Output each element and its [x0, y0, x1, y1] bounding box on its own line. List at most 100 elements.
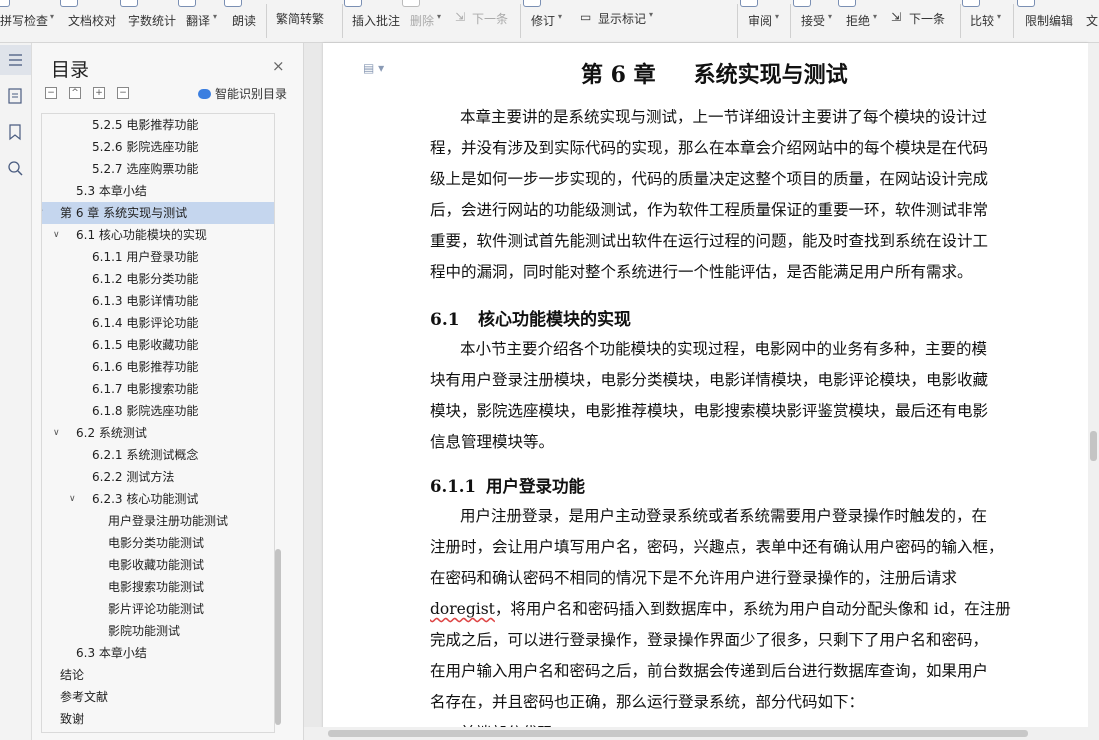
chevron-down-icon: ▾: [828, 12, 833, 21]
toc-item-label: 5.2.7 选座购票功能: [92, 162, 199, 176]
toc-item[interactable]: 6.1.6 电影推荐功能: [42, 356, 274, 378]
toc-item[interactable]: 5.2.6 影院选座功能: [42, 136, 274, 158]
toc-item[interactable]: 6.2.1 系统测试概念: [42, 444, 274, 466]
spelling-flag[interactable]: doregist: [430, 600, 495, 618]
toc-item[interactable]: 6.1.8 影院选座功能: [42, 400, 274, 422]
toc-item-label: 6.1.1 用户登录功能: [92, 250, 199, 264]
toc-item-label: 电影分类功能测试: [108, 536, 205, 550]
toc-item-label: 影院功能测试: [108, 624, 181, 638]
toc-item-label: 用户登录注册功能测试: [108, 514, 229, 528]
translate-icon: [178, 0, 196, 7]
toc-tab[interactable]: [0, 45, 31, 75]
toc-item[interactable]: 参考文献: [42, 686, 274, 708]
paragraph-line: 模块，影院选座模块，电影推荐模块，电影搜索模块影评鉴赏模块，最后还有电影: [430, 402, 989, 420]
toc-item-label: 参考文献: [60, 690, 109, 704]
toc-item-label: 6.1.4 电影评论功能: [92, 316, 199, 330]
toc-item[interactable]: 6.1.2 电影分类功能: [42, 268, 274, 290]
toc-item[interactable]: 5.2.7 选座购票功能: [42, 158, 274, 180]
toc-item[interactable]: 6.1.4 电影评论功能: [42, 312, 274, 334]
chevron-down-icon[interactable]: ∨: [42, 202, 44, 224]
toc-item-label: 5.2.6 影院选座功能: [92, 140, 199, 154]
level-up-button[interactable]: ^: [69, 87, 81, 99]
ribbon-divider: [1013, 4, 1014, 38]
toc-item-label: 5.3 本章小结: [76, 184, 147, 198]
toc-item[interactable]: 6.2.2 测试方法: [42, 466, 274, 488]
toc-item[interactable]: 影院功能测试: [42, 620, 274, 642]
list-icon: [9, 54, 22, 66]
ribbon-divider: [520, 4, 521, 38]
toc-item[interactable]: 结论: [42, 664, 274, 686]
chevron-down-icon: ▾: [775, 12, 780, 21]
ribbon-toolbar: 拼写检查 ▾ 文档校对 字数统计 翻译 ▾ 朗读 繁简转繁 插入批注 删除 ▾ ⇲ 下一…: [0, 0, 1099, 43]
speaker-icon: [224, 0, 242, 7]
compare-icon: [962, 0, 980, 7]
toc-item[interactable]: 电影搜索功能测试: [42, 576, 274, 598]
word-count-icon: [120, 0, 138, 7]
lock-icon: [1017, 0, 1035, 7]
page-options-icon[interactable]: ▤ ▾: [363, 61, 384, 75]
paragraph-line: doregist，将用户名和密码插入到数据库中，系统为用户自动分配头像和 id，…: [430, 600, 1011, 618]
add-entry-button[interactable]: +: [93, 87, 105, 99]
toc-item[interactable]: 6.1.1 用户登录功能: [42, 246, 274, 268]
remove-entry-button[interactable]: −: [117, 87, 129, 99]
horizontal-scrollbar[interactable]: [304, 727, 1099, 740]
ribbon-divider: [790, 4, 791, 38]
toc-item[interactable]: 电影分类功能测试: [42, 532, 274, 554]
paragraph-line: 程，并没有涉及到实际代码的实现，那么在本章会介绍网站中的每个模块是在代码: [430, 139, 989, 157]
proofread-icon: [60, 0, 78, 7]
ribbon-divider: [266, 4, 267, 38]
toc-item-label: 6.1.7 电影搜索功能: [92, 382, 199, 396]
scroll-thumb[interactable]: [1090, 431, 1097, 461]
toc-item-label: 第 6 章 系统实现与测试: [60, 206, 188, 220]
toc-item[interactable]: ∨ 第 6 章 系统实现与测试: [42, 202, 274, 224]
toc-item[interactable]: 6.1.5 电影收藏功能: [42, 334, 274, 356]
toc-item[interactable]: 6.1.7 电影搜索功能: [42, 378, 274, 400]
close-icon[interactable]: ×: [272, 57, 285, 75]
ribbon-divider: [960, 4, 961, 38]
paragraph-line: 本章主要讲的是系统实现与测试，上一节详细设计主要讲了每个模块的设计过: [460, 108, 988, 126]
toc-item-label: 致谢: [60, 712, 85, 726]
page-icon: [8, 88, 22, 104]
toc-item-label: 影片评论功能测试: [108, 602, 205, 616]
toc-item[interactable]: ∨ 6.1 核心功能模块的实现: [42, 224, 274, 246]
toc-item[interactable]: 6.3 本章小结: [42, 642, 274, 664]
toc-item-label: 6.2 系统测试: [76, 426, 147, 440]
chevron-down-icon[interactable]: ∨: [53, 224, 60, 246]
chevron-down-icon: ▾: [873, 12, 878, 21]
paragraph-line: 程中的漏洞，同时能对整个系统进行一个性能评估，是否能满足用户所有需求。: [430, 263, 973, 281]
toc-item-label: 6.1 核心功能模块的实现: [76, 228, 207, 242]
toc-scrollbar[interactable]: [275, 549, 281, 725]
collapse-all-button[interactable]: −: [45, 87, 57, 99]
toc-item[interactable]: ∨ 6.2 系统测试: [42, 422, 274, 444]
nav-pane-strip: [0, 43, 32, 740]
toc-item[interactable]: 用户登录注册功能测试: [42, 510, 274, 532]
find-tab[interactable]: [6, 159, 24, 177]
document-page[interactable]: ▤ ▾ 第 6 章系统实现与测试 本章主要讲的是系统实现与测试，上一节详细设计主…: [323, 43, 1088, 733]
thumbnail-tab[interactable]: [6, 87, 24, 105]
toc-item-label: 6.2.2 测试方法: [92, 470, 175, 484]
toc-item-label: 结论: [60, 668, 85, 682]
section-heading: 6.1 核心功能模块的实现: [430, 310, 631, 330]
vertical-scrollbar[interactable]: [1088, 43, 1099, 727]
toc-item-label: 6.3 本章小结: [76, 646, 147, 660]
chevron-down-icon[interactable]: ∨: [53, 422, 60, 444]
reject-icon: [838, 0, 856, 7]
toc-item[interactable]: 影片评论功能测试: [42, 598, 274, 620]
toc-item-label: 6.1.6 电影推荐功能: [92, 360, 199, 374]
paragraph-line: 注册时，会让用户填写用户名，密码，兴趣点，表单中还有确认用户密码的输入框，: [430, 538, 1004, 556]
toc-item[interactable]: 电影收藏功能测试: [42, 554, 274, 576]
ribbon-divider: [342, 4, 343, 38]
toc-item-label: 6.2.1 系统测试概念: [92, 448, 199, 462]
scroll-thumb[interactable]: [328, 730, 1028, 737]
toc-item[interactable]: 5.2.5 电影推荐功能: [42, 114, 274, 136]
track-changes-icon: [523, 0, 541, 7]
toc-item[interactable]: 6.1.3 电影详情功能: [42, 290, 274, 312]
toc-item[interactable]: 致谢: [42, 708, 274, 730]
toc-item[interactable]: 5.3 本章小结: [42, 180, 274, 202]
smart-toc-button[interactable]: 智能识别目录: [198, 85, 287, 102]
chevron-down-icon[interactable]: ∨: [69, 488, 76, 510]
toc-item[interactable]: ∨ 6.2.3 核心功能测试: [42, 488, 274, 510]
toc-item-label: 6.1.5 电影收藏功能: [92, 338, 199, 352]
toc-item-label: 电影收藏功能测试: [108, 558, 205, 572]
bookmark-tab[interactable]: [6, 123, 24, 141]
